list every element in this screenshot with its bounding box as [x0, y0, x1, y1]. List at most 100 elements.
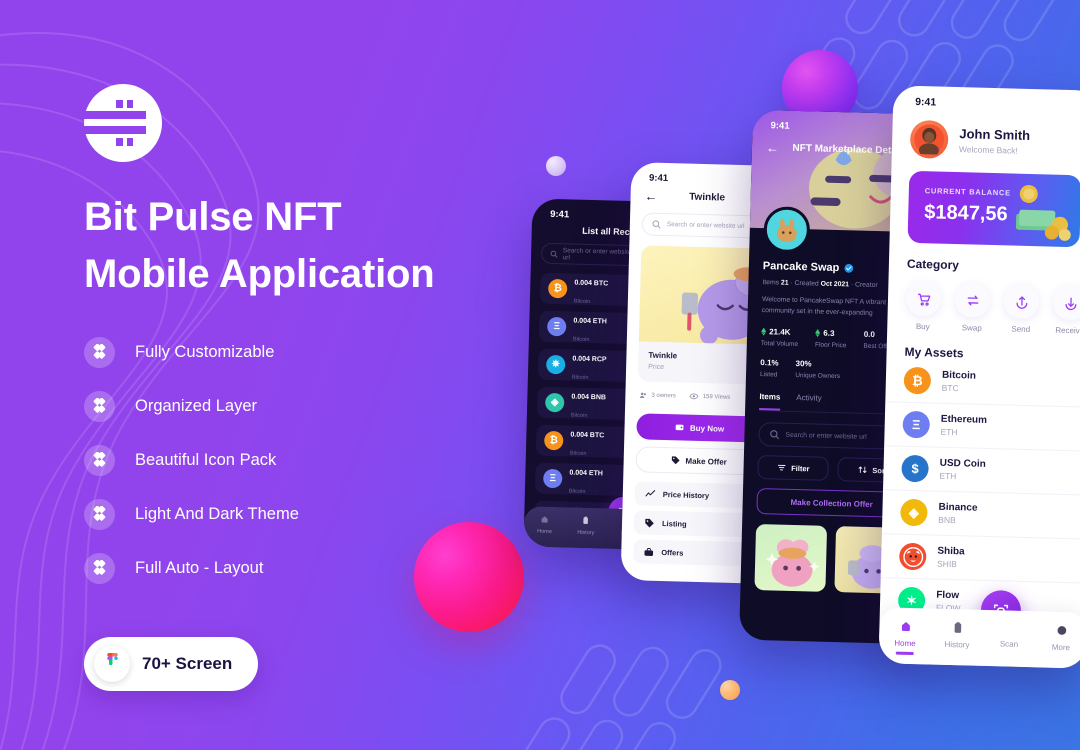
arrow-down-circle-icon	[1052, 284, 1080, 321]
feature-label: Fully Customizable	[135, 342, 275, 361]
coin-icon-btc: ₿	[547, 278, 568, 299]
nft-tile[interactable]	[754, 523, 827, 592]
nft-tile-artwork	[765, 539, 820, 587]
category-swap[interactable]: Swap	[954, 282, 991, 333]
asset-row[interactable]: ◈ Binance BNB	[881, 490, 1080, 540]
coin-icon-rcp: ✵	[545, 354, 566, 375]
asset-row[interactable]: ₿ Bitcoin BTC	[885, 358, 1080, 408]
feature-item: Light And Dark Theme	[84, 498, 514, 530]
page-title: Bit Pulse NFT Mobile Application	[84, 189, 514, 303]
pancake-bunny-icon	[776, 218, 797, 243]
assets-heading: My Assets	[904, 344, 964, 361]
stat-value-row: 21.4K	[761, 327, 798, 337]
receipt-sub: Bitcoin	[569, 450, 587, 457]
balance-card[interactable]: CURRENT BALANCE $1847,56	[907, 170, 1080, 248]
feature-item: Fully Customizable	[84, 336, 514, 368]
nav-item-history[interactable]: History	[931, 621, 984, 650]
receipt-sub: Bitcoin	[570, 412, 588, 419]
more-icon	[1035, 623, 1080, 639]
feature-item: Organized Layer	[84, 390, 514, 422]
arrow-up-circle-icon	[1003, 283, 1040, 320]
category-label: Swap	[961, 323, 982, 333]
category-send[interactable]: Send	[1003, 283, 1040, 335]
briefcase-icon	[644, 547, 654, 556]
nav-item-home[interactable]: Home	[524, 514, 566, 535]
title-line-2: Mobile Application	[84, 251, 435, 296]
feature-item: Beautiful Icon Pack	[84, 444, 514, 476]
nav-label: Home	[894, 638, 916, 649]
search-icon	[652, 220, 661, 229]
meta-items-label: Items	[762, 279, 780, 287]
asset-row[interactable]: Shiba SHIB	[880, 534, 1080, 584]
search-placeholder: Search or enter website url	[785, 431, 867, 441]
asset-name: USD Coin	[939, 457, 986, 470]
diamond-cluster-icon	[84, 444, 115, 476]
receipt-amount: 0.004 RCP	[572, 355, 607, 363]
asset-symbol: BTC	[941, 382, 959, 394]
stat-total-volume: 21.4K Total Volume	[761, 327, 799, 348]
category-receive[interactable]: Receive	[1052, 284, 1080, 336]
money-illustration	[1015, 184, 1071, 241]
coin-icon-ethereum: Ξ	[902, 410, 931, 439]
stat-value: 6.3	[823, 328, 835, 338]
user-header: John Smith Welcome Back!	[892, 109, 1080, 162]
nft-price-label: Price	[648, 363, 665, 372]
feature-item: Full Auto - Layout	[84, 552, 514, 584]
screen-count-badge: 70+ Screen	[84, 636, 259, 691]
nav-item-home[interactable]: Home	[879, 619, 932, 656]
category-label: Send	[1011, 324, 1031, 335]
swap-icon	[954, 282, 991, 318]
user-greeting: Welcome Back!	[958, 144, 1018, 156]
stat-label: Floor Price	[814, 341, 847, 350]
feature-label: Beautiful Icon Pack	[135, 450, 277, 469]
filter-button[interactable]: Filter	[757, 455, 829, 481]
clipboard-icon	[565, 515, 607, 527]
avatar[interactable]	[909, 119, 949, 159]
category-buy[interactable]: Buy	[905, 280, 942, 332]
feature-label: Organized Layer	[135, 396, 257, 415]
diamond-cluster-icon	[84, 498, 115, 530]
stat-value: 0.0	[863, 329, 876, 340]
asset-symbol: ETH	[939, 470, 957, 482]
receipt-sub: Bitcoin	[568, 487, 586, 495]
tab-items[interactable]: Items	[759, 392, 781, 411]
category-label: Receive	[1055, 325, 1080, 336]
arrow-left-icon[interactable]: ←	[766, 140, 779, 155]
feature-label: Light And Dark Theme	[135, 504, 299, 523]
coin-icon-bitcoin: ₿	[903, 366, 932, 395]
coin-icon-eth: Ξ	[543, 468, 563, 489]
owners-stat: 3 owners	[639, 391, 676, 400]
tag-icon	[645, 518, 654, 527]
nav-item-more[interactable]: More	[1035, 623, 1080, 652]
receipt-amount: 0.004 BNB	[571, 393, 607, 401]
sort-icon	[858, 466, 867, 474]
nav-item-scan[interactable]: Scan	[983, 622, 1036, 649]
search-placeholder: Search or enter website url	[562, 246, 632, 261]
asset-name: Bitcoin	[941, 369, 977, 382]
decorative-sphere-lavender	[546, 156, 566, 176]
receipt-sub: Bitcoin	[573, 298, 591, 305]
detail-row-label: Price History	[662, 489, 710, 500]
coin-icon-eth: Ξ	[546, 316, 567, 337]
user-name: John Smith	[959, 126, 1031, 143]
stat-value: 21.4K	[769, 327, 791, 337]
stat-label: Unique Owners	[795, 371, 841, 381]
stat-unique-owners: 30% Unique Owners	[795, 359, 840, 380]
asset-row[interactable]: $ USD Coin ETH	[882, 446, 1080, 496]
tag-icon	[671, 456, 680, 465]
figma-icon	[94, 645, 130, 682]
users-icon	[639, 392, 646, 398]
diamond-cluster-icon	[84, 336, 115, 368]
coin-icon-binance: ◈	[900, 498, 928, 527]
meta-creator-label: Creator	[854, 281, 878, 290]
home-icon	[524, 514, 566, 526]
tab-activity[interactable]: Activity	[796, 393, 822, 412]
phone-wallet-screen: 9:41 John Smith Welcome Back! CURRENT BA…	[878, 85, 1080, 669]
asset-row[interactable]: Ξ Ethereum ETH	[884, 402, 1080, 452]
nav-label: Scan	[999, 639, 1019, 649]
nav-item-history[interactable]: History	[565, 515, 607, 536]
receipt-sub: Bitcoin	[571, 374, 589, 381]
nav-label: History	[944, 639, 970, 650]
receipt-amount: 0.004 ETH	[569, 468, 603, 477]
arrow-left-icon[interactable]: ←	[644, 188, 657, 203]
